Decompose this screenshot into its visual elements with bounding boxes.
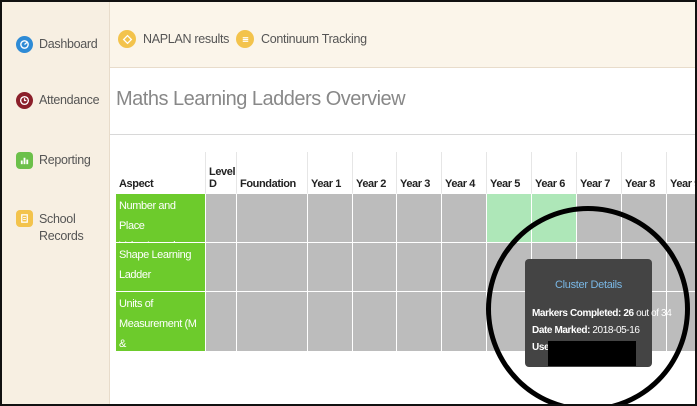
header-year-3: Year 3 <box>397 152 442 194</box>
tab-label: Continuum Tracking <box>261 32 367 46</box>
header-year-7: Year 7 <box>577 152 622 194</box>
sidebar-item-attendance[interactable]: Attendance <box>2 92 110 109</box>
level-cell[interactable] <box>353 292 397 352</box>
aspect-text: Ladder <box>119 269 151 281</box>
level-cell[interactable] <box>442 243 487 292</box>
header-aspect: Aspect <box>116 152 206 194</box>
header-foundation: Foundation <box>237 152 308 194</box>
aspect-cell: Shape Learning Ladder <box>116 243 206 292</box>
level-cell[interactable] <box>353 194 397 243</box>
level-cell[interactable] <box>237 243 308 292</box>
clock-icon <box>16 92 33 109</box>
header-year-2: Year 2 <box>353 152 397 194</box>
level-cell[interactable] <box>667 194 695 243</box>
sidebar-item-school-records[interactable]: School Records <box>2 210 110 245</box>
header-year-9: Year 9 <box>667 152 695 194</box>
header-year-8: Year 8 <box>622 152 667 194</box>
chart-icon <box>16 152 33 169</box>
header-year-5: Year 5 <box>487 152 532 194</box>
level-cell[interactable] <box>308 243 353 292</box>
level-cell[interactable] <box>237 292 308 352</box>
sidebar-item-label: Reporting <box>39 153 91 167</box>
level-cell[interactable] <box>206 292 237 352</box>
sidebar-item-dashboard[interactable]: Dashboard <box>2 36 110 53</box>
level-cell[interactable] <box>397 194 442 243</box>
header-year-6: Year 6 <box>532 152 577 194</box>
dashboard-icon <box>16 36 33 53</box>
list-icon <box>236 30 254 48</box>
aspect-text: Measurement (M & <box>119 318 197 350</box>
level-cell[interactable] <box>442 194 487 243</box>
header-text: D <box>209 178 217 190</box>
level-cell[interactable] <box>308 194 353 243</box>
tab-label: NAPLAN results <box>143 32 230 46</box>
aspect-text: Units of <box>119 298 154 310</box>
sidebar-item-label: Dashboard <box>39 37 98 51</box>
naplan-icon <box>118 30 136 48</box>
document-icon <box>16 210 33 227</box>
header-year-4: Year 4 <box>442 152 487 194</box>
level-cell[interactable] <box>397 243 442 292</box>
annotation-circle <box>486 206 690 404</box>
sidebar-item-label: School Records <box>39 212 84 243</box>
level-cell[interactable] <box>442 292 487 352</box>
level-cell[interactable] <box>206 243 237 292</box>
sidebar-item-reporting[interactable]: Reporting <box>2 152 110 169</box>
sidebar-item-label: Attendance <box>39 93 100 107</box>
page-title: Maths Learning Ladders Overview <box>116 88 406 110</box>
aspect-text: Number and Place <box>119 200 176 232</box>
aspect-text: Shape Learning <box>119 249 192 261</box>
divider <box>110 134 695 135</box>
sidebar: Dashboard Attendance Reporting School Re… <box>2 2 110 404</box>
level-cell[interactable] <box>237 194 308 243</box>
level-cell[interactable] <box>353 243 397 292</box>
app-window: Dashboard Attendance Reporting School Re… <box>0 0 697 406</box>
level-cell[interactable] <box>397 292 442 352</box>
header-level-d: Level D <box>206 152 237 194</box>
aspect-cell: Units of Measurement (M & <box>116 292 206 352</box>
level-cell[interactable] <box>308 292 353 352</box>
header-text: Level <box>209 166 236 178</box>
tab-continuum-tracking[interactable]: Continuum Tracking <box>236 30 367 48</box>
top-tab-bar: NAPLAN results Continuum Tracking <box>110 2 695 68</box>
tab-naplan-results[interactable]: NAPLAN results <box>118 30 229 48</box>
header-year-1: Year 1 <box>308 152 353 194</box>
level-cell[interactable] <box>206 194 237 243</box>
aspect-cell: Number and PlaceValue LearningLadder <box>116 194 206 272</box>
